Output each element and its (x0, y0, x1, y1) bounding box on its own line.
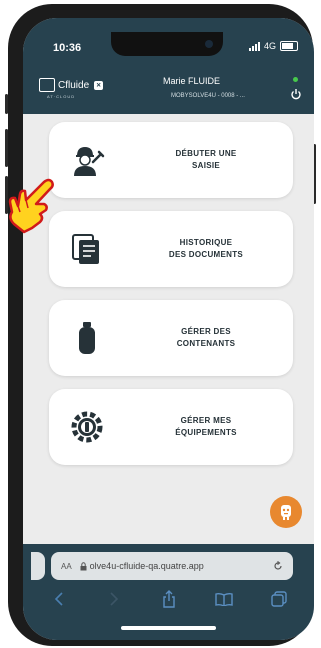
signal-icon (248, 41, 260, 51)
app-header: 10:36 4G Cfluide ✕ AT·CLOUD Marie FLUIDE… (23, 18, 314, 114)
forward-button[interactable] (103, 588, 125, 610)
robot-icon (281, 505, 291, 520)
user-company: MOBYSOLVE4U - 0008 - ... (171, 93, 245, 99)
tabs-icon (270, 591, 287, 607)
logo-badge: ✕ (94, 80, 104, 90)
logo-subtitle: AT·CLOUD (47, 94, 76, 99)
logo-text: Cfluide (58, 79, 90, 91)
previous-tab-edge[interactable] (31, 552, 45, 580)
gas-cylinder-icon (79, 322, 95, 354)
menu-card-label: GÉRER DES CONTENANTS (176, 327, 236, 348)
menu-card-document-history[interactable]: HISTORIQUE DES DOCUMENTS (49, 211, 293, 287)
network-type: 4G (263, 41, 276, 51)
home-indicator (121, 626, 216, 630)
menu-card-start-entry[interactable]: DÉBUTER UNE SAISIE (49, 122, 293, 198)
menu-card-label: GÉRER MES ÉQUIPEMENTS (175, 416, 237, 437)
documents-icon (72, 234, 99, 264)
menu-card-label: DÉBUTER UNE SAISIE (175, 149, 237, 170)
chat-assistant-button[interactable] (270, 496, 302, 528)
menu-card-manage-containers[interactable]: GÉRER DES CONTENANTS (49, 300, 293, 376)
address-bar[interactable]: AA olve4u-cfluide-qa.quatre.app (51, 552, 293, 580)
share-button[interactable] (158, 588, 180, 610)
tabs-button[interactable] (268, 588, 290, 610)
logout-power-icon[interactable] (290, 88, 302, 100)
reload-icon[interactable] (273, 561, 283, 571)
chevron-left-icon (54, 592, 63, 606)
phone-frame: 10:36 4G Cfluide ✕ AT·CLOUD Marie FLUIDE… (5, 4, 316, 646)
bookmarks-button[interactable] (213, 588, 235, 610)
pointing-hand-icon (8, 178, 54, 234)
logo-mark-icon (39, 78, 55, 92)
equipment-gear-icon (71, 411, 103, 443)
user-name: Marie FLUIDE (163, 76, 221, 86)
browser-bar: AA olve4u-cfluide-qa.quatre.app (23, 544, 314, 640)
reader-settings-button[interactable]: AA (61, 562, 72, 571)
menu-card-manage-equipment[interactable]: GÉRER MES ÉQUIPEMENTS (49, 389, 293, 465)
technician-icon (74, 147, 105, 176)
camera-icon (205, 40, 213, 48)
side-button-silent (5, 94, 8, 114)
lock-icon (80, 561, 87, 570)
url-text: olve4u-cfluide-qa.quatre.app (89, 561, 204, 571)
browser-toolbar (23, 588, 314, 610)
side-button-volume-up (5, 129, 8, 167)
chevron-right-icon (109, 592, 118, 606)
screen: 10:36 4G Cfluide ✕ AT·CLOUD Marie FLUIDE… (23, 18, 314, 640)
back-button[interactable] (48, 588, 70, 610)
online-status-dot (293, 77, 298, 82)
menu-card-label: HISTORIQUE DES DOCUMENTS (168, 238, 244, 259)
status-time: 10:36 (53, 42, 82, 54)
battery-icon (280, 41, 298, 51)
share-icon (162, 590, 175, 608)
book-icon (214, 592, 233, 606)
app-logo[interactable]: Cfluide ✕ (39, 78, 104, 92)
status-indicators: 4G (248, 41, 298, 51)
